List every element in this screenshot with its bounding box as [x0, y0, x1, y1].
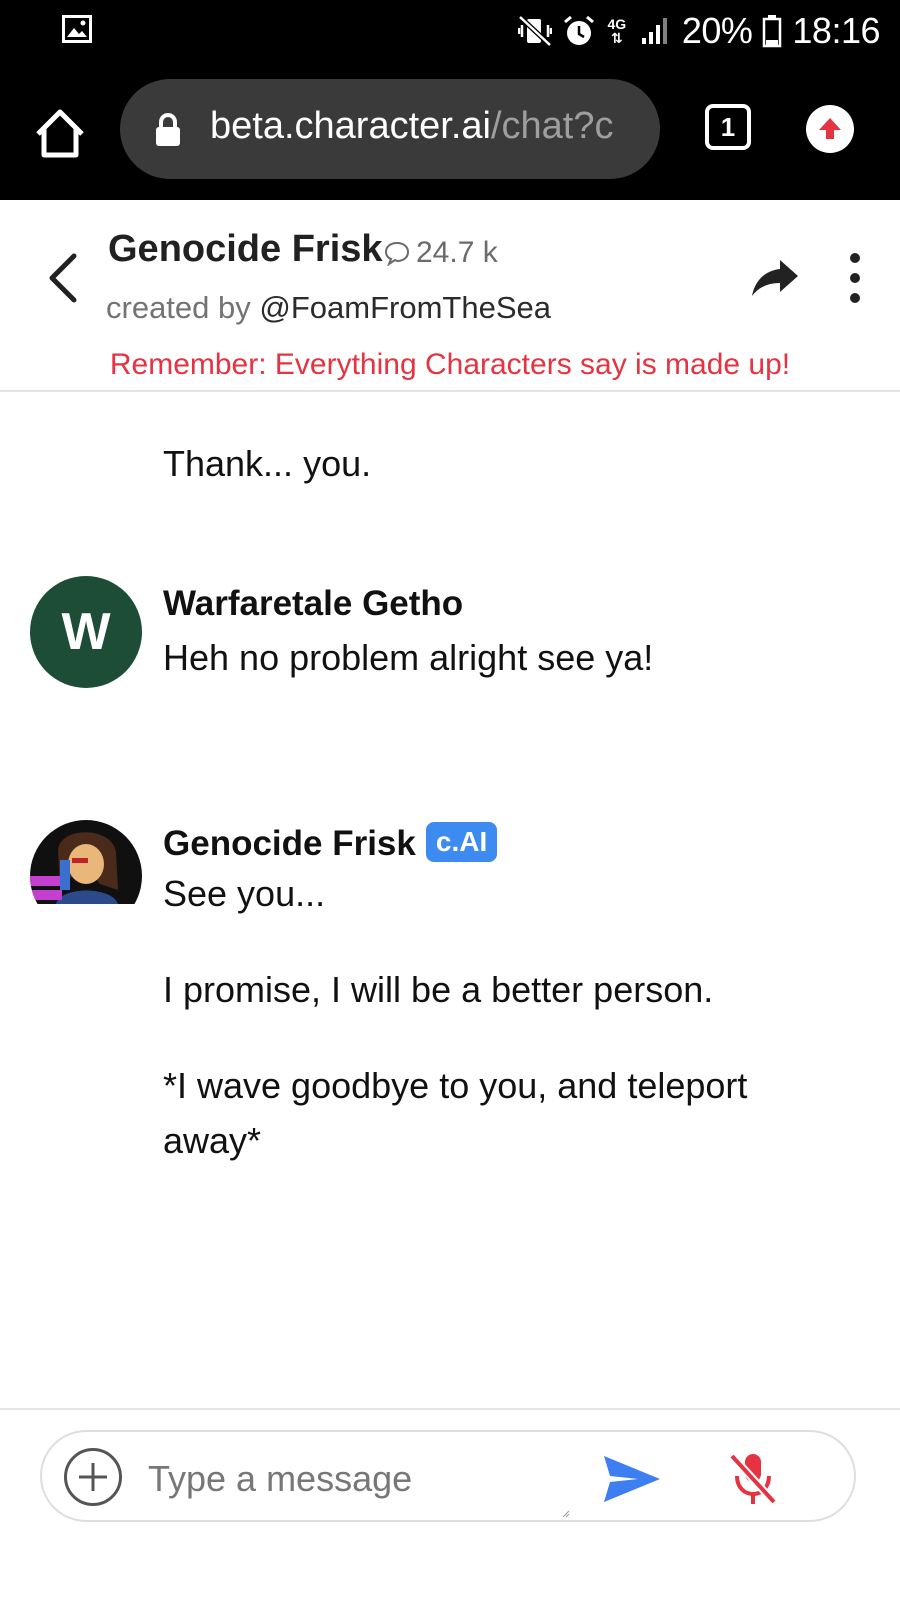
url-path: /chat?c — [490, 105, 614, 147]
author-name: Genocide Frisk — [163, 824, 416, 863]
battery-percent: 20% — [681, 10, 753, 51]
signal-icon — [638, 14, 672, 48]
back-arrow-icon[interactable] — [40, 250, 84, 306]
message-text: I promise, I will be a better person. — [163, 969, 714, 1010]
gallery-icon — [62, 15, 92, 43]
more-vertical-icon[interactable] — [846, 252, 864, 304]
message-composer — [40, 1430, 856, 1522]
battery-icon — [762, 14, 782, 48]
character-name[interactable]: Genocide Frisk — [108, 228, 383, 271]
add-attachment-button[interactable] — [64, 1448, 122, 1506]
avatar: W — [30, 576, 142, 688]
update-button[interactable] — [806, 105, 854, 153]
created-by-label: created by — [106, 290, 251, 325]
disclaimer-text: Remember: Everything Characters say is m… — [109, 348, 791, 381]
creator-handle[interactable]: @FoamFromTheSea — [259, 290, 551, 325]
chat-bubble-icon — [384, 241, 410, 266]
message-author: Warfaretale Getho — [163, 584, 464, 623]
url-text[interactable]: beta.character.ai/chat?c — [210, 105, 614, 148]
network-4g-icon: 4G ⇅ — [607, 16, 627, 46]
update-arrow-icon — [819, 118, 841, 139]
cai-badge: c.AI — [425, 822, 498, 862]
lock-icon — [156, 113, 180, 146]
mute-vibrate-icon — [517, 14, 552, 48]
message-author: Genocide Frisk c.AI — [163, 822, 498, 864]
alarm-icon — [562, 14, 596, 48]
url-host: beta.character.ai — [210, 105, 491, 147]
message-text: See you... — [163, 873, 326, 914]
creator-line: created by @FoamFromTheSea — [106, 290, 551, 326]
send-icon[interactable] — [602, 1452, 662, 1506]
clock: 18:16 — [792, 10, 880, 51]
message-text: Thank... you. — [163, 443, 372, 484]
message-input[interactable] — [146, 1450, 610, 1508]
address-bar[interactable]: beta.character.ai/chat?c — [120, 79, 660, 179]
message-text: Heh no problem alright see ya! — [163, 637, 654, 678]
home-icon[interactable] — [32, 106, 88, 160]
resize-grip-icon[interactable] — [562, 1510, 570, 1518]
mic-off-icon[interactable] — [728, 1450, 778, 1506]
chat-header: Genocide Frisk 24.7 k created by @FoamFr… — [0, 200, 900, 392]
tabs-button[interactable]: 1 — [705, 104, 751, 150]
character-avatar — [30, 820, 142, 932]
avatar-letter: W — [61, 603, 111, 661]
browser-toolbar: beta.character.ai/chat?c 1 — [0, 62, 900, 200]
tab-count: 1 — [720, 111, 736, 142]
message-text: *I wave goodbye to you, and teleport awa… — [163, 1065, 748, 1161]
chat-count-value: 24.7 k — [416, 236, 498, 269]
share-icon[interactable] — [750, 256, 800, 300]
plus-circle-icon — [79, 1463, 107, 1491]
chat-count: 24.7 k — [384, 236, 498, 270]
composer-divider — [0, 1408, 900, 1410]
status-bar: 4G ⇅ 20% 18:16 — [0, 0, 900, 62]
